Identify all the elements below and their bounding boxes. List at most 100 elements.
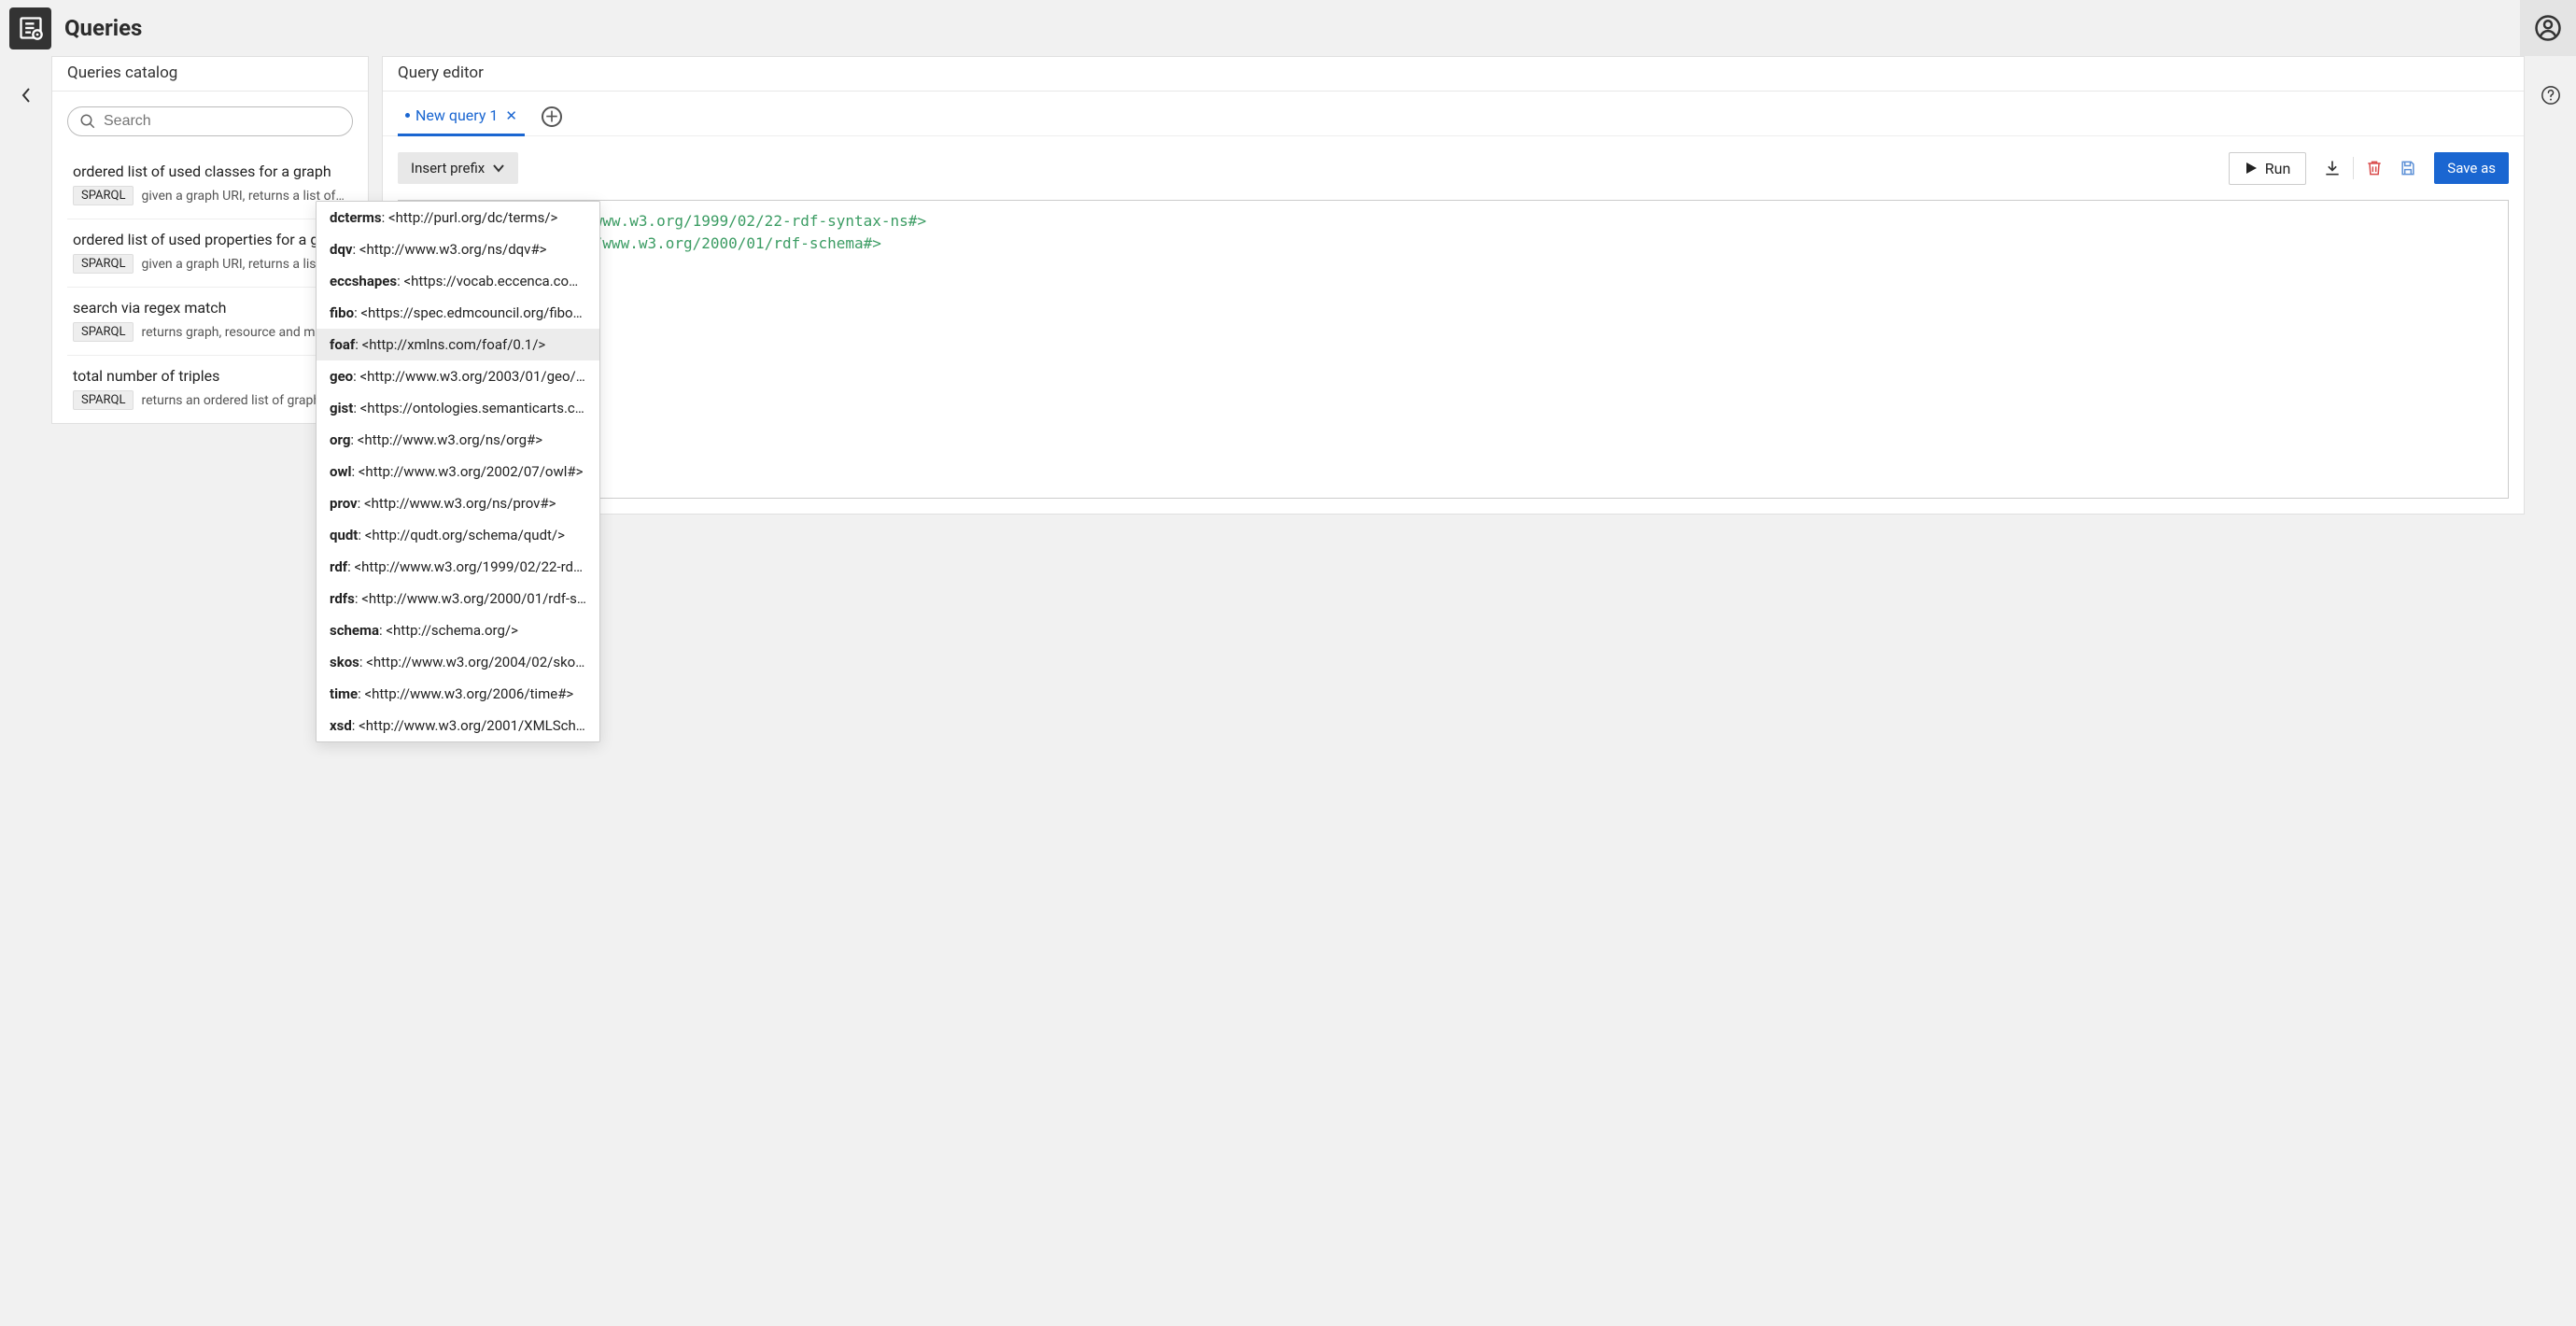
- prefix-name: rdfs: [330, 590, 355, 607]
- search-wrap: [52, 92, 368, 151]
- prefix-option-skos[interactable]: skos: <http://www.w3.org/2004/02/sko…: [317, 646, 599, 678]
- catalog-item-tag: SPARQL: [73, 186, 134, 205]
- save-as-button[interactable]: Save as: [2434, 152, 2509, 184]
- delete-button[interactable]: [2358, 151, 2391, 185]
- page-title: Queries: [64, 15, 142, 41]
- run-label: Run: [2265, 160, 2291, 177]
- user-menu[interactable]: [2520, 0, 2576, 56]
- prefix-option-dqv[interactable]: dqv: <http://www.w3.org/ns/dqv#>: [317, 233, 599, 265]
- prefix-uri: : <http://purl.org/dc/terms/>: [382, 209, 558, 226]
- code-editor[interactable]: PREFIX rdf: <http://www.w3.org/1999/02/2…: [398, 200, 2509, 499]
- prefix-uri: : <http://www.w3.org/2001/XMLSch…: [352, 717, 585, 734]
- search-input[interactable]: [104, 113, 341, 130]
- prefix-uri: : <http://www.w3.org/2002/07/owl#>: [351, 463, 583, 480]
- prefix-uri: : <http://www.w3.org/2004/02/sko…: [359, 654, 584, 670]
- prefix-uri: : <http://xmlns.com/foaf/0.1/>: [355, 336, 545, 353]
- catalog-item-title: search via regex match: [73, 299, 347, 317]
- prefix-option-foaf[interactable]: foaf: <http://xmlns.com/foaf/0.1/>: [317, 329, 599, 360]
- user-icon: [2534, 14, 2562, 42]
- prefix-option-owl[interactable]: owl: <http://www.w3.org/2002/07/owl#>: [317, 456, 599, 487]
- chevron-left-icon: [21, 87, 32, 104]
- tabs-row: New query 1 ✕ ＋: [383, 92, 2524, 136]
- prefix-name: dqv: [330, 241, 353, 258]
- prefix-name: qudt: [330, 527, 358, 543]
- app-root: Queries Queries ca: [0, 0, 2576, 1326]
- prefix-name: schema: [330, 622, 379, 639]
- prefix-name: geo: [330, 368, 353, 385]
- prefix-option-xsd[interactable]: xsd: <http://www.w3.org/2001/XMLSch…: [317, 710, 599, 741]
- prefix-uri: : <http://schema.org/>: [379, 622, 518, 639]
- download-icon: [2323, 159, 2342, 177]
- save-button[interactable]: [2391, 151, 2425, 185]
- tab-new-query[interactable]: New query 1 ✕: [398, 97, 525, 136]
- left-rail: [0, 56, 51, 1326]
- run-button[interactable]: Run: [2229, 152, 2307, 185]
- prefix-option-geo[interactable]: geo: <http://www.w3.org/2003/01/geo/…: [317, 360, 599, 392]
- prefix-option-prov[interactable]: prov: <http://www.w3.org/ns/prov#>: [317, 487, 599, 519]
- prefix-name: fibo: [330, 304, 354, 321]
- prefix-option-time[interactable]: time: <http://www.w3.org/2006/time#>: [317, 678, 599, 710]
- editor-title: Query editor: [383, 57, 2524, 92]
- help-button[interactable]: [2540, 84, 2562, 106]
- editor-panel: Query editor New query 1 ✕ ＋ Insert pref…: [382, 56, 2525, 1326]
- prefix-name: gist: [330, 400, 353, 416]
- tab-add-button[interactable]: ＋: [542, 106, 562, 127]
- toolbar: Insert prefix Run: [383, 136, 2524, 200]
- prefix-name: prov: [330, 495, 358, 512]
- header: Queries: [0, 0, 2576, 56]
- prefix-option-fibo[interactable]: fibo: <https://spec.edmcouncil.org/fibo…: [317, 297, 599, 329]
- prefix-uri: : <http://qudt.org/schema/qudt/>: [358, 527, 565, 543]
- prefix-option-schema[interactable]: schema: <http://schema.org/>: [317, 614, 599, 646]
- tab-label: New query 1: [415, 106, 498, 124]
- prefix-name: time: [330, 685, 358, 702]
- save-icon: [2399, 159, 2417, 177]
- prefix-uri: : <http://www.w3.org/2000/01/rdf-s…: [355, 590, 586, 607]
- collapse-left-button[interactable]: [15, 84, 37, 106]
- prefix-option-dcterms[interactable]: dcterms: <http://purl.org/dc/terms/>: [317, 202, 599, 233]
- prefix-uri: : <http://www.w3.org/ns/org#>: [350, 431, 542, 448]
- prefix-name: org: [330, 431, 350, 448]
- prefix-name: rdf: [330, 558, 347, 575]
- save-as-label: Save as: [2447, 160, 2496, 176]
- prefix-uri: : <http://www.w3.org/1999/02/22-rd…: [347, 558, 583, 575]
- catalog-item-title: ordered list of used classes for a graph: [73, 162, 347, 180]
- insert-prefix-label: Insert prefix: [411, 160, 485, 176]
- prefix-option-org[interactable]: org: <http://www.w3.org/ns/org#>: [317, 424, 599, 456]
- insert-prefix-button[interactable]: Insert prefix: [398, 152, 518, 184]
- prefix-option-qudt[interactable]: qudt: <http://qudt.org/schema/qudt/>: [317, 519, 599, 551]
- prefix-uri: : <https://spec.edmcouncil.org/fibo…: [354, 304, 583, 321]
- chevron-down-icon: [492, 163, 505, 173]
- prefix-uri: : <http://www.w3.org/ns/dqv#>: [353, 241, 547, 258]
- prefix-name: xsd: [330, 717, 352, 734]
- editor-card: Query editor New query 1 ✕ ＋ Insert pref…: [382, 56, 2525, 515]
- prefix-option-eccshapes[interactable]: eccshapes: <https://vocab.eccenca.co…: [317, 265, 599, 297]
- catalog-item-tag: SPARQL: [73, 254, 134, 274]
- catalog-item-title: total number of triples: [73, 367, 347, 385]
- prefix-uri: : <http://www.w3.org/ns/prov#>: [358, 495, 556, 512]
- catalog-item[interactable]: ordered list of used properties for a gr…: [67, 219, 353, 288]
- prefix-uri: : <https://vocab.eccenca.co…: [397, 273, 578, 289]
- prefix-name: owl: [330, 463, 351, 480]
- catalog-item-tag: SPARQL: [73, 390, 134, 410]
- catalog-item[interactable]: total number of triples SPARQL returns a…: [67, 356, 353, 423]
- prefix-option-gist[interactable]: gist: <https://ontologies.semanticarts.c…: [317, 392, 599, 424]
- tab-close-icon[interactable]: ✕: [505, 107, 517, 124]
- help-icon: [2541, 85, 2561, 106]
- app-logo[interactable]: [9, 7, 51, 49]
- trash-icon: [2365, 159, 2384, 177]
- catalog-item[interactable]: ordered list of used classes for a graph…: [67, 151, 353, 219]
- prefix-name: foaf: [330, 336, 355, 353]
- prefix-option-rdfs[interactable]: rdfs: <http://www.w3.org/2000/01/rdf-s…: [317, 583, 599, 614]
- catalog-item[interactable]: search via regex match SPARQL returns gr…: [67, 288, 353, 356]
- prefix-dropdown: dcterms: <http://purl.org/dc/terms/>dqv:…: [316, 201, 600, 742]
- prefix-uri: : <https://ontologies.semanticarts.c…: [353, 400, 584, 416]
- prefix-uri: : <http://www.w3.org/2003/01/geo/…: [353, 368, 585, 385]
- prefix-name: eccshapes: [330, 273, 397, 289]
- prefix-option-rdf[interactable]: rdf: <http://www.w3.org/1999/02/22-rd…: [317, 551, 599, 583]
- tab-modified-dot-icon: [405, 113, 410, 118]
- download-button[interactable]: [2316, 151, 2349, 185]
- prefix-name: skos: [330, 654, 359, 670]
- toolbar-right: Run: [2229, 151, 2509, 185]
- play-icon: [2245, 162, 2258, 175]
- search-box[interactable]: [67, 106, 353, 136]
